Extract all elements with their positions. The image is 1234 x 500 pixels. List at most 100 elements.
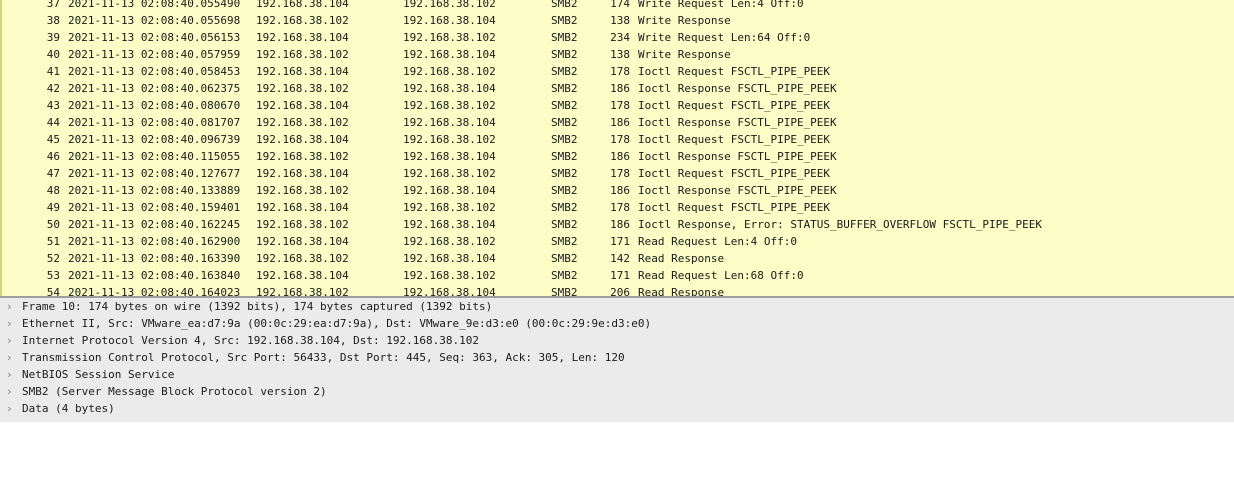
- detail-tree-item[interactable]: › Ethernet II, Src: VMware_ea:d7:9a (00:0…: [0, 315, 1234, 332]
- packet-rows: 37 2021-11-13 02:08:40.055490 192.168.38.1…: [2, 0, 1234, 296]
- packet-number: 52: [46, 252, 60, 265]
- packet-row[interactable]: 48 2021-11-13 02:08:40.133889 192.168.38.1…: [2, 182, 1234, 199]
- packet-number: 41: [46, 65, 60, 78]
- packet-length: 178: [610, 167, 630, 180]
- chevron-right-icon[interactable]: ›: [6, 349, 13, 366]
- packet-info: Ioctl Response FSCTL_PIPE_PEEK: [638, 116, 837, 129]
- packet-number: 47: [46, 167, 60, 180]
- packet-destination: 192.168.38.104: [403, 252, 496, 265]
- packet-row[interactable]: 38 2021-11-13 02:08:40.055698 192.168.38.1…: [2, 12, 1234, 29]
- packet-row[interactable]: 37 2021-11-13 02:08:40.055490 192.168.38.1…: [2, 0, 1234, 12]
- packet-source: 192.168.38.104: [256, 0, 349, 10]
- packet-row[interactable]: 51 2021-11-13 02:08:40.162900 192.168.38.1…: [2, 233, 1234, 250]
- packet-row[interactable]: 47 2021-11-13 02:08:40.127677 192.168.38.1…: [2, 165, 1234, 182]
- packet-row[interactable]: 46 2021-11-13 02:08:40.115055 192.168.38.1…: [2, 148, 1234, 165]
- chevron-right-icon[interactable]: ›: [6, 366, 13, 383]
- packet-details[interactable]: › Frame 10: 174 bytes on wire (1392 bits)…: [0, 298, 1234, 422]
- packet-source: 192.168.38.104: [256, 167, 349, 180]
- packet-protocol: SMB2: [551, 201, 578, 214]
- packet-row[interactable]: 42 2021-11-13 02:08:40.062375 192.168.38.1…: [2, 80, 1234, 97]
- packet-destination: 192.168.38.104: [403, 116, 496, 129]
- packet-length: 171: [610, 235, 630, 248]
- detail-tree-item[interactable]: › SMB2 (Server Message Block Protocol ver…: [0, 383, 1234, 400]
- packet-info: Write Request Len:4 Off:0: [638, 0, 804, 10]
- packet-time: 2021-11-13 02:08:40.058453: [68, 65, 241, 78]
- packet-length: 142: [610, 252, 630, 265]
- packet-row[interactable]: 52 2021-11-13 02:08:40.163390 192.168.38.1…: [2, 250, 1234, 267]
- packet-time: 2021-11-13 02:08:40.133889: [68, 184, 241, 197]
- packet-row[interactable]: 45 2021-11-13 02:08:40.096739 192.168.38.1…: [2, 131, 1234, 148]
- packet-length: 171: [610, 269, 630, 282]
- packet-destination: 192.168.38.104: [403, 218, 496, 231]
- packet-row[interactable]: 43 2021-11-13 02:08:40.080670 192.168.38.1…: [2, 97, 1234, 114]
- packet-info: Write Response: [638, 48, 731, 61]
- packet-length: 138: [610, 14, 630, 27]
- packet-row[interactable]: 50 2021-11-13 02:08:40.162245 192.168.38.1…: [2, 216, 1234, 233]
- packet-info: Read Response: [638, 252, 725, 265]
- packet-number: 53: [46, 269, 60, 282]
- packet-destination: 192.168.38.102: [403, 133, 496, 146]
- packet-info: Read Response: [638, 286, 725, 296]
- packet-number: 42: [46, 82, 60, 95]
- packet-number: 38: [46, 14, 60, 27]
- packet-destination: 192.168.38.102: [403, 65, 496, 78]
- packet-protocol: SMB2: [551, 218, 578, 231]
- packet-protocol: SMB2: [551, 133, 578, 146]
- packet-time: 2021-11-13 02:08:40.056153: [68, 31, 241, 44]
- chevron-right-icon[interactable]: ›: [6, 315, 13, 332]
- packet-protocol: SMB2: [551, 31, 578, 44]
- detail-tree-item[interactable]: › NetBIOS Session Service: [0, 366, 1234, 383]
- packet-destination: 192.168.38.102: [403, 167, 496, 180]
- chevron-right-icon[interactable]: ›: [6, 400, 13, 417]
- chevron-right-icon[interactable]: ›: [6, 298, 13, 315]
- detail-tree-item[interactable]: › Transmission Control Protocol, Src Port…: [0, 349, 1234, 366]
- packet-destination: 192.168.38.104: [403, 82, 496, 95]
- detail-tree-label: Ethernet II, Src: VMware_ea:d7:9a (00:0c…: [22, 317, 652, 330]
- detail-tree-item[interactable]: › Frame 10: 174 bytes on wire (1392 bits)…: [0, 298, 1234, 315]
- packet-source: 192.168.38.102: [256, 184, 349, 197]
- packet-protocol: SMB2: [551, 235, 578, 248]
- packet-list[interactable]: 37 2021-11-13 02:08:40.055490 192.168.38.1…: [0, 0, 1234, 296]
- packet-protocol: SMB2: [551, 167, 578, 180]
- chevron-right-icon[interactable]: ›: [6, 383, 13, 400]
- detail-tree-label: SMB2 (Server Message Block Protocol vers…: [22, 385, 327, 398]
- packet-row[interactable]: 54 2021-11-13 02:08:40.164023 192.168.38.1…: [2, 284, 1234, 296]
- packet-time: 2021-11-13 02:08:40.162900: [68, 235, 241, 248]
- packet-source: 192.168.38.104: [256, 133, 349, 146]
- packet-protocol: SMB2: [551, 184, 578, 197]
- packet-info: Ioctl Request FSCTL_PIPE_PEEK: [638, 65, 831, 78]
- packet-info: Ioctl Request FSCTL_PIPE_PEEK: [638, 133, 831, 146]
- packet-protocol: SMB2: [551, 116, 578, 129]
- packet-row[interactable]: 40 2021-11-13 02:08:40.057959 192.168.38.1…: [2, 46, 1234, 63]
- packet-source: 192.168.38.104: [256, 269, 349, 282]
- packet-time: 2021-11-13 02:08:40.127677: [68, 167, 241, 180]
- packet-bytes-pane: [0, 422, 1234, 500]
- packet-time: 2021-11-13 02:08:40.162245: [68, 218, 241, 231]
- packet-time: 2021-11-13 02:08:40.055490: [68, 0, 241, 10]
- packet-row[interactable]: 39 2021-11-13 02:08:40.056153 192.168.38.1…: [2, 29, 1234, 46]
- detail-tree-label: Internet Protocol Version 4, Src: 192.16…: [22, 334, 479, 347]
- packet-row[interactable]: 41 2021-11-13 02:08:40.058453 192.168.38.1…: [2, 63, 1234, 80]
- packet-info: Ioctl Request FSCTL_PIPE_PEEK: [638, 167, 831, 180]
- packet-info: Ioctl Response, Error: STATUS_BUFFER_OVE…: [638, 218, 1042, 231]
- chevron-right-icon[interactable]: ›: [6, 332, 13, 349]
- packet-row[interactable]: 49 2021-11-13 02:08:40.159401 192.168.38.1…: [2, 199, 1234, 216]
- packet-time: 2021-11-13 02:08:40.057959: [68, 48, 241, 61]
- packet-destination: 192.168.38.102: [403, 0, 496, 10]
- packet-row[interactable]: 53 2021-11-13 02:08:40.163840 192.168.38.1…: [2, 267, 1234, 284]
- detail-tree-item[interactable]: › Data (4 bytes): [0, 400, 1234, 417]
- packet-destination: 192.168.38.104: [403, 286, 496, 296]
- packet-number: 46: [46, 150, 60, 163]
- packet-protocol: SMB2: [551, 252, 578, 265]
- packet-number: 51: [46, 235, 60, 248]
- packet-source: 192.168.38.102: [256, 116, 349, 129]
- packet-destination: 192.168.38.102: [403, 269, 496, 282]
- packet-number: 37: [46, 0, 60, 10]
- packet-row[interactable]: 44 2021-11-13 02:08:40.081707 192.168.38.1…: [2, 114, 1234, 131]
- packet-info: Ioctl Response FSCTL_PIPE_PEEK: [638, 150, 837, 163]
- detail-tree-item[interactable]: › Internet Protocol Version 4, Src: 192.1…: [0, 332, 1234, 349]
- packet-time: 2021-11-13 02:08:40.159401: [68, 201, 241, 214]
- packet-info: Read Request Len:68 Off:0: [638, 269, 804, 282]
- packet-length: 178: [610, 65, 630, 78]
- packet-time: 2021-11-13 02:08:40.062375: [68, 82, 241, 95]
